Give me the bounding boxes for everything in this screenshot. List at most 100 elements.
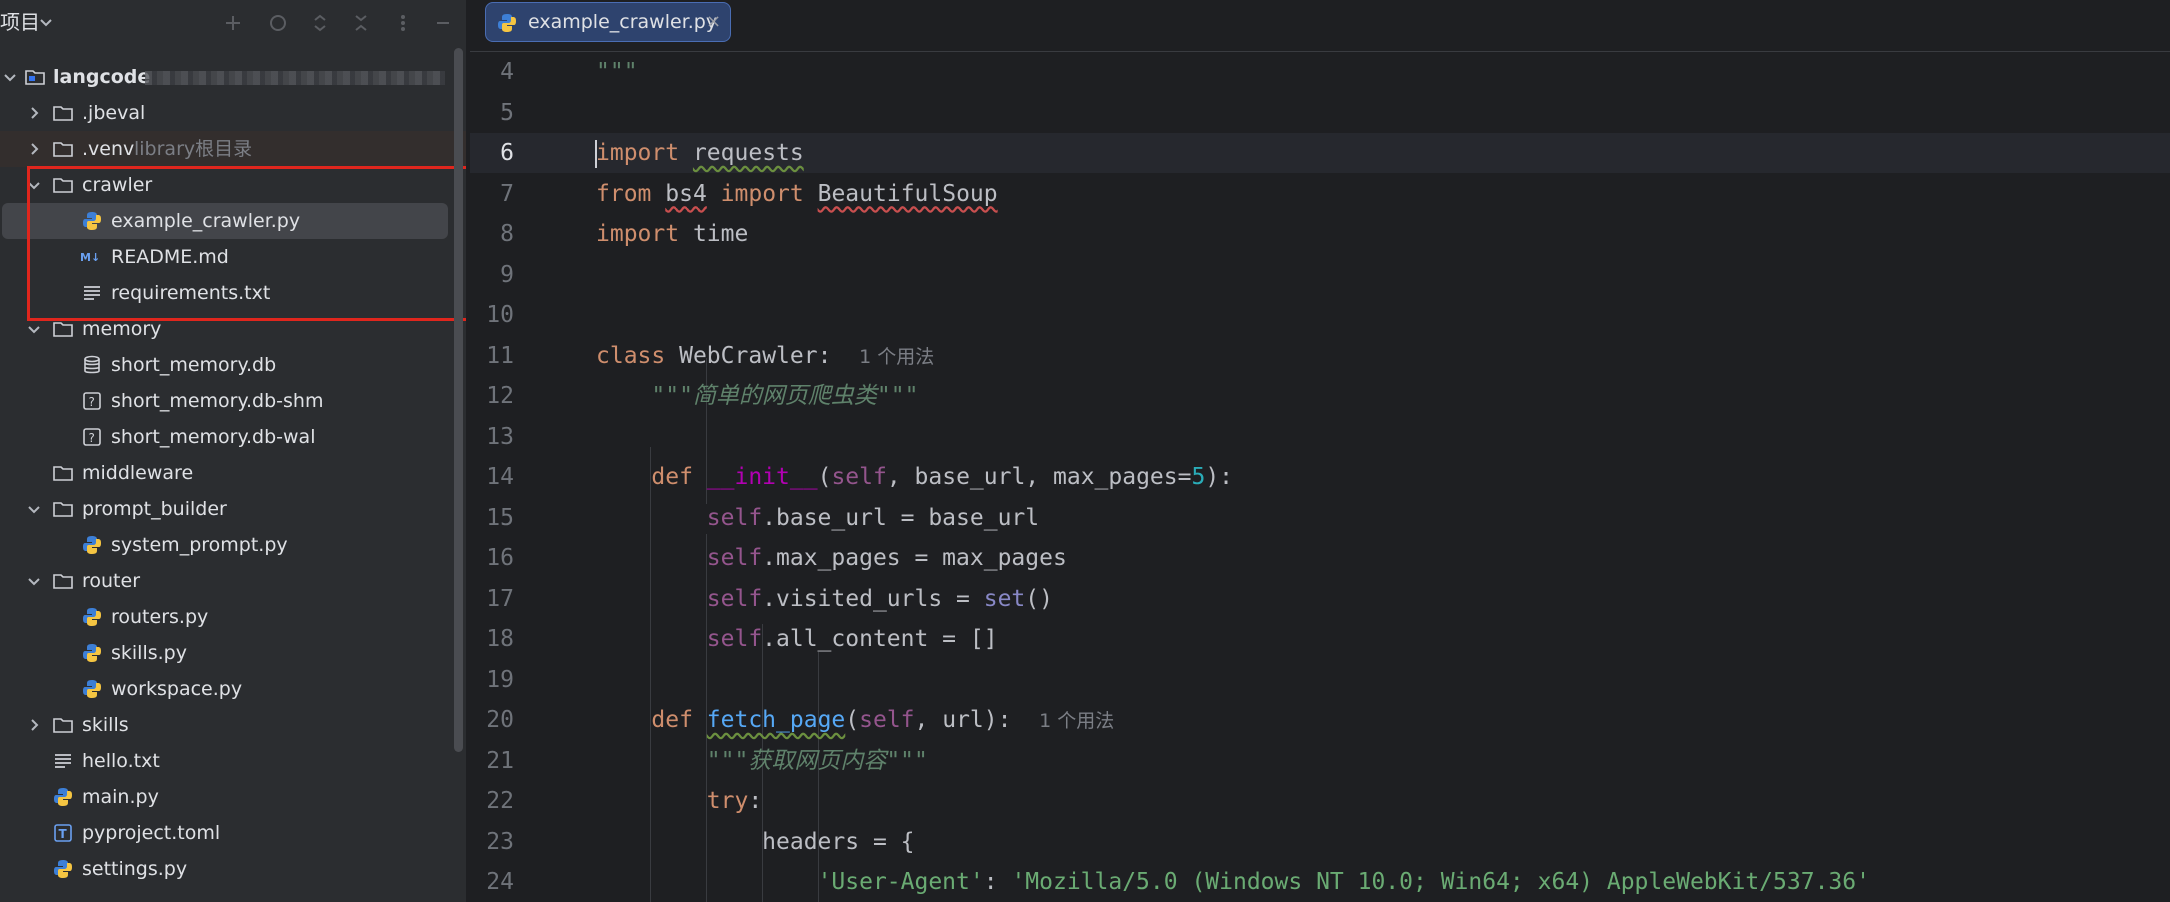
python-file-icon (83, 644, 101, 662)
more-options-icon[interactable] (392, 12, 414, 34)
token: """ (596, 59, 638, 85)
token: from (596, 180, 652, 207)
chevron-right-icon[interactable] (24, 715, 44, 735)
tree-item-workspace[interactable]: workspace.py (0, 671, 460, 707)
chevron-down-icon[interactable] (36, 12, 56, 32)
folder-icon (53, 466, 73, 481)
tree-item-short-memory-db[interactable]: short_memory.db (0, 347, 460, 383)
tree-item-hello[interactable]: hello.txt (0, 743, 460, 779)
code-line: 24 'User-Agent': 'Mozilla/5.0 (Windows N… (470, 862, 2170, 902)
code-line: 19 (470, 660, 2170, 701)
chevron-down-icon[interactable] (24, 571, 44, 591)
line-number: 9 (500, 261, 514, 288)
python-file-icon (83, 536, 101, 554)
line-number: 24 (486, 869, 514, 895)
tree-item-system-prompt[interactable]: system_prompt.py (0, 527, 460, 563)
folder-icon (53, 502, 73, 517)
token: self (706, 545, 763, 571)
token: def (651, 464, 693, 490)
collapse-all-icon[interactable] (350, 12, 372, 34)
tree-item-router[interactable]: router (0, 563, 460, 599)
tree-item-skills-py[interactable]: skills.py (0, 635, 460, 671)
token: try (706, 788, 749, 814)
panel-title[interactable]: 项目 (0, 8, 40, 36)
code-text: import requests (596, 133, 804, 173)
token: .all_content = [] (762, 626, 998, 652)
line-number: 23 (486, 828, 514, 855)
code-text: self.all_content = [] (596, 619, 998, 659)
line-number: 11 (486, 342, 514, 369)
code-text: """ (596, 52, 638, 92)
svg-text:?: ? (89, 431, 95, 445)
toml-file-icon: T (54, 824, 72, 842)
tree-item-main[interactable]: main.py (0, 779, 460, 815)
tree-item-short-memory-wal[interactable]: ? short_memory.db-wal (0, 419, 460, 455)
tree-item-settings[interactable]: settings.py (0, 851, 460, 887)
tree-root-langcode[interactable]: langcode (0, 59, 460, 95)
token: self (859, 707, 915, 733)
folder-icon (53, 574, 73, 589)
tree-item-skills-folder[interactable]: skills (0, 707, 460, 743)
tree-item-pyproject[interactable]: T pyproject.toml (0, 815, 460, 851)
line-number: 21 (486, 747, 514, 774)
line-number: 13 (486, 423, 514, 450)
code-line: 6 import requests (470, 133, 2170, 174)
line-number: 17 (486, 585, 514, 612)
token: BeautifulSoup (817, 180, 998, 207)
tree-item-venv[interactable]: .venv library根目录 (0, 131, 466, 167)
chevron-right-icon[interactable] (24, 139, 44, 159)
code-line: 22 try: (470, 781, 2170, 822)
token: fetch_page (706, 707, 846, 733)
code-text: 'User-Agent': 'Mozilla/5.0 (Windows NT 1… (596, 862, 1870, 902)
tree-label: workspace.py (111, 678, 243, 700)
line-number: 20 (486, 707, 514, 733)
code-text: """简单的网页爬虫类""" (596, 376, 918, 416)
python-file-icon (54, 788, 72, 806)
chevron-right-icon[interactable] (24, 103, 44, 123)
usage-hint[interactable]: 1 个用法 (859, 346, 934, 368)
chevron-down-icon[interactable] (24, 319, 44, 339)
code-line: 11 class WebCrawler: 1 个用法 (470, 336, 2170, 377)
text-file-icon (55, 754, 71, 768)
code-line: 16 self.max_pages = max_pages (470, 538, 2170, 579)
code-line: 15 self.base_url = base_url (470, 498, 2170, 539)
token: bs4 (665, 180, 707, 207)
line-number: 22 (486, 788, 514, 814)
tree-label: short_memory.db (111, 354, 277, 376)
usage-hint[interactable]: 1 个用法 (1039, 710, 1114, 732)
token: , base_url, max_pages= (886, 464, 1192, 490)
code-area[interactable]: 4 """ 5 6 import requests 7 from bs4 imp… (470, 52, 2170, 902)
code-text: def fetch_page(self, url): 1 个用法 (596, 700, 1114, 741)
token: ): (1205, 464, 1234, 490)
project-folder-icon (25, 70, 45, 85)
token: : (983, 869, 1012, 895)
tree-item-middleware[interactable]: middleware (0, 455, 460, 491)
tab-example-crawler[interactable]: example_crawler.py × (485, 2, 731, 42)
expand-all-icon[interactable] (309, 12, 331, 34)
locate-icon[interactable] (267, 12, 289, 34)
token: .max_pages = max_pages (762, 545, 1067, 571)
tree-label: skills.py (111, 642, 187, 664)
token: self (831, 464, 887, 490)
tree-label: middleware (82, 462, 194, 484)
tree-item-routers[interactable]: routers.py (0, 599, 460, 635)
close-icon[interactable]: × (706, 3, 721, 41)
tree-item-jbeval[interactable]: .jbeval (0, 95, 460, 131)
text-caret (595, 140, 597, 168)
line-number: 5 (500, 99, 514, 126)
line-number: 16 (486, 545, 514, 571)
tree-item-short-memory-shm[interactable]: ? short_memory.db-shm (0, 383, 460, 419)
minimize-icon[interactable] (432, 12, 454, 34)
tree-label: langcode (53, 66, 151, 88)
code-line: 18 self.all_content = [] (470, 619, 2170, 660)
panel-scrollbar[interactable] (454, 48, 463, 752)
chevron-down-icon[interactable] (0, 67, 20, 87)
tree-label: short_memory.db-shm (111, 390, 324, 412)
line-number: 4 (500, 59, 514, 85)
add-icon[interactable] (222, 12, 244, 34)
tree-item-prompt-builder[interactable]: prompt_builder (0, 491, 460, 527)
token: headers = { (762, 828, 915, 855)
chevron-down-icon[interactable] (24, 499, 44, 519)
token: requests (692, 140, 804, 166)
line-number: 18 (486, 626, 514, 652)
